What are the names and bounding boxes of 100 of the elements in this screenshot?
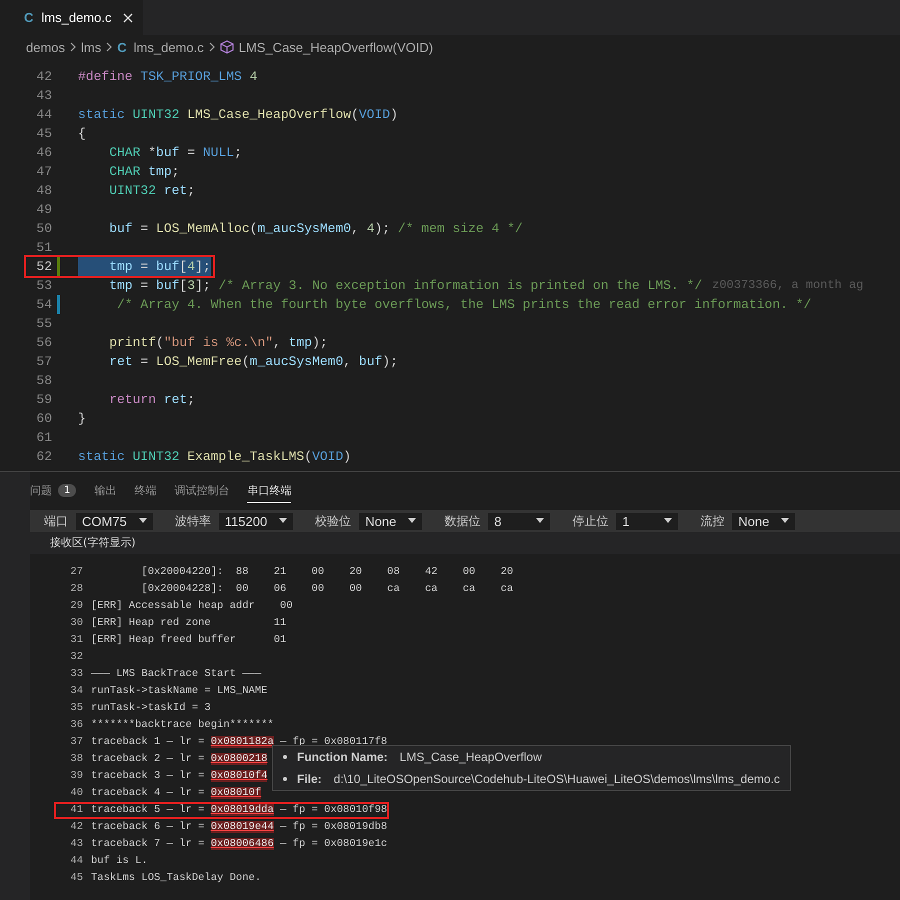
line-number: 60 — [35, 410, 52, 428]
line-number: 28 — [69, 582, 83, 597]
dropdown[interactable]: None — [359, 512, 422, 530]
setting-label: 波特率 — [174, 512, 211, 530]
dropdown[interactable]: None — [732, 512, 796, 530]
line-number: 29 — [69, 599, 83, 614]
line-number: 56 — [35, 334, 52, 352]
caret-icon — [408, 518, 416, 524]
code-line: buf = LOS_MemAlloc(m_aucSysMem0, 4); /* mem size 4 */ — [108, 220, 523, 238]
breadcrumb-item[interactable]: C lms_demo.c — [117, 40, 204, 54]
terminal-line: traceback 6 — lr = 0x08019e44 — fp = 0x08019db8 — [91, 820, 388, 835]
line-number: 46 — [35, 144, 52, 162]
breadcrumb-item[interactable]: LMS_Case_HeapOverflow(VOID) — [220, 40, 434, 54]
link[interactable]: 0x0801182a — [210, 736, 274, 748]
bullet-icon — [283, 755, 287, 759]
section-header: 接收区(字符显示) — [30, 532, 900, 554]
panel-tab[interactable]: 串口终端 — [247, 479, 292, 503]
caret-icon — [279, 518, 288, 524]
line-number: 45 — [69, 871, 83, 886]
link[interactable]: 0x08010f4 — [210, 770, 268, 782]
panel-tab[interactable]: 问题 1 — [30, 479, 76, 503]
code-line: static UINT32 LMS_Case_HeapOverflow(VOID) — [78, 106, 398, 124]
dropdown[interactable]: 8 — [488, 512, 550, 530]
line-number: 40 — [69, 786, 83, 801]
dropdown[interactable]: COM75 — [76, 512, 153, 530]
code-line: { — [78, 125, 86, 143]
link[interactable]: 0x08019e44 — [210, 821, 274, 833]
terminal-line: ——— LMS BackTrace Start ——— — [91, 667, 262, 682]
terminal-line: *******backtrace begin******* — [91, 718, 274, 733]
line-number: 61 — [35, 429, 52, 447]
close-icon — [123, 12, 134, 22]
code-line: static UINT32 Example_TaskLMS(VOID) — [78, 448, 352, 466]
code-line: UINT32 ret; — [108, 182, 196, 200]
tooltip-label: File: — [297, 772, 322, 786]
link[interactable]: 0x0800218 — [210, 753, 268, 765]
panel-tab[interactable]: 输出 — [94, 479, 116, 503]
line-number: 36 — [69, 718, 83, 733]
link[interactable]: 0x08006486 — [210, 838, 274, 850]
line-number: 32 — [69, 650, 83, 665]
line-number: 34 — [69, 684, 83, 699]
line-number: 35 — [69, 701, 83, 716]
line-number: 42 — [35, 68, 52, 86]
caret-icon — [781, 518, 790, 524]
terminal-line: runTask->taskName = LMS_NAME — [91, 684, 268, 699]
line-number: 44 — [69, 854, 83, 869]
code-line: CHAR *buf = NULL; — [108, 144, 242, 162]
dropdown[interactable]: 1 — [616, 512, 678, 530]
terminal-line: traceback 7 — lr = 0x08006486 — fp = 0x08019e1c — [91, 837, 388, 852]
code-line: tmp = buf[3]; /* Array 3. No exception information is printed on the LMS. */ — [108, 277, 702, 295]
line-number: 52 — [35, 258, 52, 276]
chevron-icon — [105, 41, 114, 53]
terminal-line: [ERR] Accessable heap addr 00 — [91, 599, 293, 614]
line-number: 43 — [69, 837, 83, 852]
line-number: 27 — [69, 565, 83, 580]
code-line: } — [78, 410, 86, 428]
line-number: 44 — [35, 106, 52, 124]
setting-label: 端口 — [44, 512, 68, 530]
breadcrumb-item[interactable]: lms — [81, 40, 102, 54]
editor-tab[interactable]: C lms_demo.c — [0, 0, 144, 35]
tooltip-value: LMS_Case_HeapOverflow — [400, 750, 542, 764]
link[interactable]: 0x08010f — [210, 787, 262, 799]
breadcrumb-item[interactable]: demos — [26, 40, 66, 54]
panel-tab[interactable]: 终端 — [134, 479, 156, 503]
line-number: 37 — [69, 735, 83, 750]
code-line: #define TSK_PRIOR_LMS 4 — [78, 68, 258, 86]
panel-tab[interactable]: 调试控制台 — [174, 479, 230, 503]
line-number: 43 — [35, 87, 52, 105]
line-number: 38 — [69, 752, 83, 767]
caret-icon — [664, 518, 672, 524]
line-number: 31 — [69, 633, 83, 648]
code-line: return ret; — [108, 391, 196, 409]
terminal-line: buf is L. — [91, 854, 148, 869]
terminal-line: traceback 2 — lr = 0x0800218 — [91, 752, 268, 767]
line-number: 30 — [69, 616, 83, 631]
dropdown[interactable]: 115200 — [218, 512, 294, 530]
terminal-line: runTask->taskId = 3 — [91, 701, 211, 716]
bullet-icon — [283, 777, 287, 781]
line-number: 47 — [35, 163, 52, 181]
line-number: 54 — [35, 296, 52, 314]
chevron-icon — [208, 41, 216, 53]
cube-icon — [220, 40, 234, 54]
chevron-icon — [69, 41, 78, 53]
line-number: 42 — [69, 820, 83, 835]
tooltip-value: d:\10_LiteOSOpenSource\Codehub-LiteOS\Huawei_LiteOS\demos\lms\lms_demo.c — [334, 772, 780, 786]
line-number: 50 — [35, 220, 52, 238]
line-number: 45 — [35, 125, 52, 143]
line-number: 55 — [35, 315, 52, 333]
code-line: ret = LOS_MemFree(m_aucSysMem0, buf); — [108, 353, 398, 371]
line-number: 62 — [35, 448, 52, 466]
link[interactable]: 0x08019dda — [210, 804, 274, 816]
line-number: 49 — [35, 201, 52, 219]
terminal-line: traceback 3 — lr = 0x08010f4 — [91, 769, 268, 784]
tooltip-label: Function Name: — [297, 750, 388, 764]
line-number: 58 — [35, 372, 52, 390]
caret-icon — [138, 518, 147, 524]
caret-icon — [536, 518, 544, 524]
terminal-line: [ERR] Heap red zone 11 — [91, 616, 286, 631]
code-line: /* Array 4. When the fourth byte overflows, the LMS prints the read error information. */ — [116, 296, 812, 314]
terminal-line: [0x20004220]: 88 21 00 20 08 42 00 20 — [140, 565, 514, 580]
terminal-line: [0x20004228]: 00 06 00 00 ca ca ca ca — [140, 582, 514, 597]
